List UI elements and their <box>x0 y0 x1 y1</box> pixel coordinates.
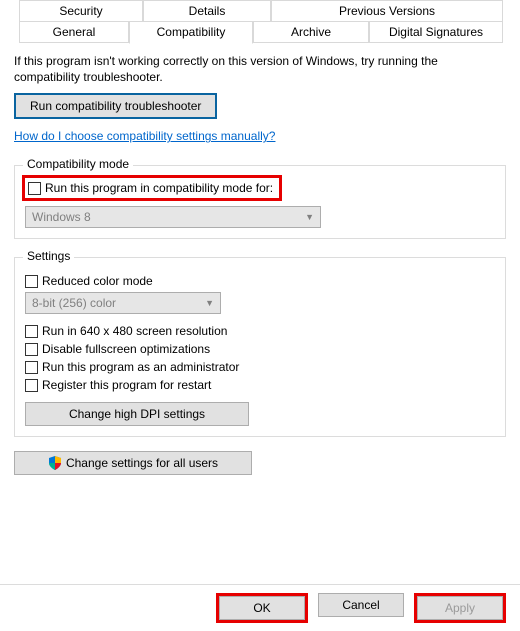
tab-general[interactable]: General <box>19 21 129 43</box>
apply-button[interactable]: Apply <box>417 596 503 620</box>
change-all-users-label: Change settings for all users <box>66 456 218 470</box>
change-dpi-button[interactable]: Change high DPI settings <box>25 402 249 426</box>
checkbox-run-admin-label: Run this program as an administrator <box>42 360 239 374</box>
chevron-down-icon: ▼ <box>305 212 314 222</box>
dialog-footer: OK Cancel Apply <box>0 584 520 631</box>
combo-color-mode[interactable]: 8-bit (256) color ▼ <box>25 292 221 314</box>
run-troubleshooter-button[interactable]: Run compatibility troubleshooter <box>14 93 217 119</box>
tab-details[interactable]: Details <box>143 0 271 22</box>
manual-settings-link[interactable]: How do I choose compatibility settings m… <box>14 129 275 143</box>
checkbox-disable-fullscreen-label: Disable fullscreen optimizations <box>42 342 210 356</box>
cancel-button[interactable]: Cancel <box>318 593 404 617</box>
combo-os-version[interactable]: Windows 8 ▼ <box>25 206 321 228</box>
checkbox-register-restart[interactable] <box>25 379 38 392</box>
checkbox-compat-mode[interactable] <box>28 182 41 195</box>
tab-security[interactable]: Security <box>19 0 143 22</box>
highlight-compat-checkbox: Run this program in compatibility mode f… <box>22 175 282 201</box>
change-all-users-button[interactable]: Change settings for all users <box>14 451 252 475</box>
tab-archive[interactable]: Archive <box>253 21 369 43</box>
checkbox-reduced-color[interactable] <box>25 275 38 288</box>
chevron-down-icon: ▼ <box>205 298 214 308</box>
group-label-compat: Compatibility mode <box>23 157 133 171</box>
highlight-ok: OK <box>216 593 308 623</box>
ok-button[interactable]: OK <box>219 596 305 620</box>
group-label-settings: Settings <box>23 249 74 263</box>
checkbox-640x480-label: Run in 640 x 480 screen resolution <box>42 324 227 338</box>
highlight-apply: Apply <box>414 593 506 623</box>
checkbox-compat-mode-label: Run this program in compatibility mode f… <box>45 181 273 195</box>
checkbox-640x480[interactable] <box>25 325 38 338</box>
tab-previous-versions[interactable]: Previous Versions <box>271 0 503 22</box>
shield-icon <box>48 456 62 470</box>
checkbox-register-restart-label: Register this program for restart <box>42 378 211 392</box>
tab-page-compatibility: If this program isn't working correctly … <box>0 43 520 475</box>
intro-text: If this program isn't working correctly … <box>14 53 506 85</box>
checkbox-disable-fullscreen[interactable] <box>25 343 38 356</box>
tab-compatibility[interactable]: Compatibility <box>129 21 253 44</box>
combo-color-mode-value: 8-bit (256) color <box>32 296 116 310</box>
group-compatibility-mode: Compatibility mode Run this program in c… <box>14 165 506 239</box>
tab-strip: Security Details Previous Versions Gener… <box>0 0 520 43</box>
group-settings: Settings Reduced color mode 8-bit (256) … <box>14 257 506 437</box>
combo-os-version-value: Windows 8 <box>32 210 91 224</box>
checkbox-reduced-color-label: Reduced color mode <box>42 274 153 288</box>
tab-digital-signatures[interactable]: Digital Signatures <box>369 21 503 43</box>
checkbox-run-admin[interactable] <box>25 361 38 374</box>
